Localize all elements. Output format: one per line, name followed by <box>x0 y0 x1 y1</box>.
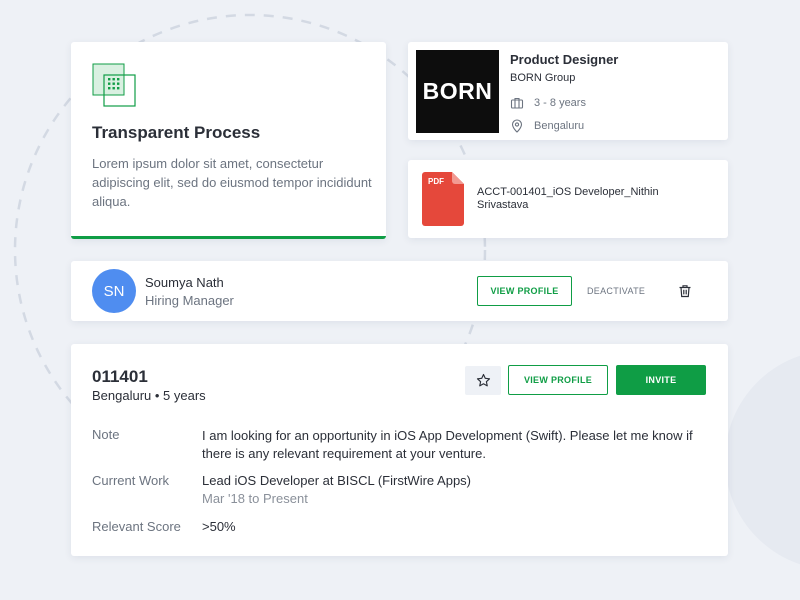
experience-range: 3 - 8 years <box>534 97 586 109</box>
current-work-label: Current Work <box>92 473 170 488</box>
experience-row: 3 - 8 years <box>510 96 586 110</box>
user-card: SN Soumya Nath Hiring Manager VIEW PROFI… <box>71 261 728 321</box>
deactivate-button[interactable]: DEACTIVATE <box>587 286 645 296</box>
company-logo: BORN <box>416 50 499 133</box>
location-pin-icon <box>511 119 523 133</box>
current-work-value: Lead iOS Developer at BISCL (FirstWire A… <box>202 473 472 488</box>
trash-icon[interactable] <box>678 284 692 298</box>
user-name: Soumya Nath <box>145 275 224 290</box>
candidate-location-experience: Bengaluru • 5 years <box>92 388 206 403</box>
user-role: Hiring Manager <box>145 293 234 308</box>
avatar: SN <box>92 269 136 313</box>
pdf-icon-label: PDF <box>428 177 444 186</box>
document-file-name[interactable]: ACCT-001401_iOS Developer_Nithin Srivast… <box>477 186 697 212</box>
process-title: Transparent Process <box>92 123 261 142</box>
view-profile-button[interactable]: VIEW PROFILE <box>477 276 572 306</box>
candidate-card: 011401 Bengaluru • 5 years VIEW PROFILE … <box>71 344 728 556</box>
job-card[interactable]: BORN Product Designer BORN Group 3 - 8 y… <box>408 42 728 140</box>
briefcase-icon <box>510 97 524 109</box>
process-description: Lorem ipsum dolor sit amet, consectetur … <box>92 156 372 209</box>
job-location: Bengaluru <box>534 120 585 132</box>
invite-button[interactable]: INVITE <box>616 365 706 395</box>
candidate-id: 011401 <box>92 367 148 386</box>
job-title: Product Designer <box>510 52 619 67</box>
location-row: Bengaluru <box>510 119 584 133</box>
document-card[interactable]: PDF ACCT-001401_iOS Developer_Nithin Sri… <box>408 160 728 238</box>
current-work-period: Mar '18 to Present <box>202 491 308 506</box>
note-value: I am looking for an opportunity in iOS A… <box>202 428 693 461</box>
company-logo-text: BORN <box>422 78 493 104</box>
note-label: Note <box>92 427 120 442</box>
candidate-view-profile-button[interactable]: VIEW PROFILE <box>508 365 608 395</box>
transparent-process-card: Transparent Process Lorem ipsum dolor si… <box>71 42 386 239</box>
building-grid-icon <box>92 63 136 107</box>
relevant-score-label: Relevant Score <box>92 519 181 534</box>
pdf-icon: PDF <box>422 172 464 226</box>
favorite-button[interactable] <box>465 366 501 395</box>
relevant-score-value: >50% <box>202 519 236 534</box>
star-icon <box>476 373 490 387</box>
company-name: BORN Group <box>510 72 576 84</box>
